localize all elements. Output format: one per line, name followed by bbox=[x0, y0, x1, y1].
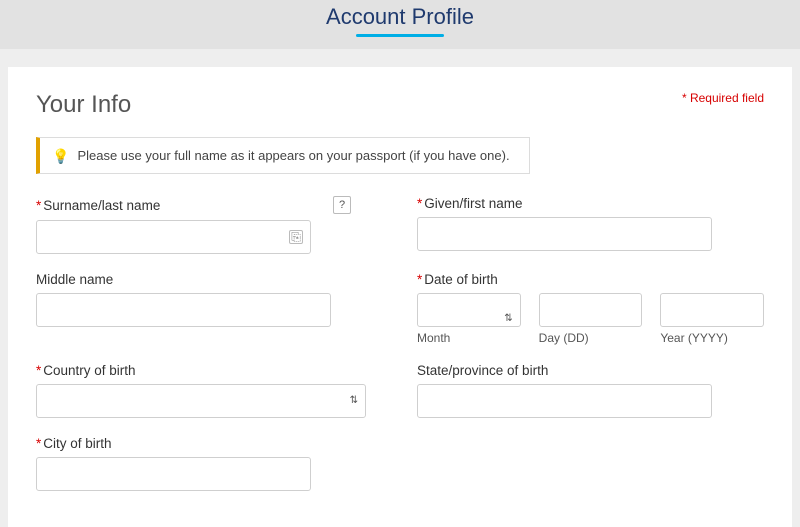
passport-hint: 💡 Please use your full name as it appear… bbox=[36, 137, 530, 174]
middle-name-input[interactable] bbox=[36, 293, 331, 327]
dob-month-select[interactable] bbox=[417, 293, 521, 327]
field-middle-name: Middle name bbox=[36, 272, 383, 345]
label-middle: Middle name bbox=[36, 272, 383, 287]
label-surname: *Surname/last name bbox=[36, 198, 160, 213]
label-dob: *Date of birth bbox=[417, 272, 764, 287]
form-panel: Your Info * Required field 💡 Please use … bbox=[8, 67, 792, 527]
sublabel-month: Month bbox=[417, 331, 521, 345]
label-given: *Given/first name bbox=[417, 196, 764, 211]
sublabel-day: Day (DD) bbox=[539, 331, 643, 345]
section-title: Your Info bbox=[36, 91, 131, 119]
field-surname: *Surname/last name ? ⎘ bbox=[36, 196, 383, 254]
label-city: *City of birth bbox=[36, 436, 383, 451]
field-given-name: *Given/first name bbox=[417, 196, 764, 254]
field-dob: *Date of birth ⇅ Month Day (DD) Year (YY… bbox=[417, 272, 764, 345]
required-field-note: * Required field bbox=[682, 91, 764, 105]
form-grid: *Surname/last name ? ⎘ *Given/first name… bbox=[36, 196, 764, 491]
dob-year-input[interactable] bbox=[660, 293, 764, 327]
surname-input[interactable] bbox=[36, 220, 311, 254]
lightbulb-icon: 💡 bbox=[52, 149, 69, 163]
section-header: Your Info * Required field bbox=[36, 91, 764, 137]
empty-cell bbox=[417, 436, 764, 491]
given-name-input[interactable] bbox=[417, 217, 712, 251]
label-country: *Country of birth bbox=[36, 363, 383, 378]
state-input[interactable] bbox=[417, 384, 712, 418]
label-state: State/province of birth bbox=[417, 363, 764, 378]
help-button-surname[interactable]: ? bbox=[333, 196, 351, 214]
header-underline bbox=[356, 34, 444, 37]
city-input[interactable] bbox=[36, 457, 311, 491]
field-city-of-birth: *City of birth bbox=[36, 436, 383, 491]
field-state-of-birth: State/province of birth bbox=[417, 363, 764, 418]
sublabel-year: Year (YYYY) bbox=[660, 331, 764, 345]
field-country-of-birth: *Country of birth ⇅ bbox=[36, 363, 383, 418]
country-select[interactable] bbox=[36, 384, 366, 418]
page-title: Account Profile bbox=[0, 4, 800, 34]
header-band: Account Profile bbox=[0, 0, 800, 49]
autofill-icon: ⎘ bbox=[289, 230, 303, 244]
dob-day-input[interactable] bbox=[539, 293, 643, 327]
hint-text: Please use your full name as it appears … bbox=[77, 148, 509, 163]
